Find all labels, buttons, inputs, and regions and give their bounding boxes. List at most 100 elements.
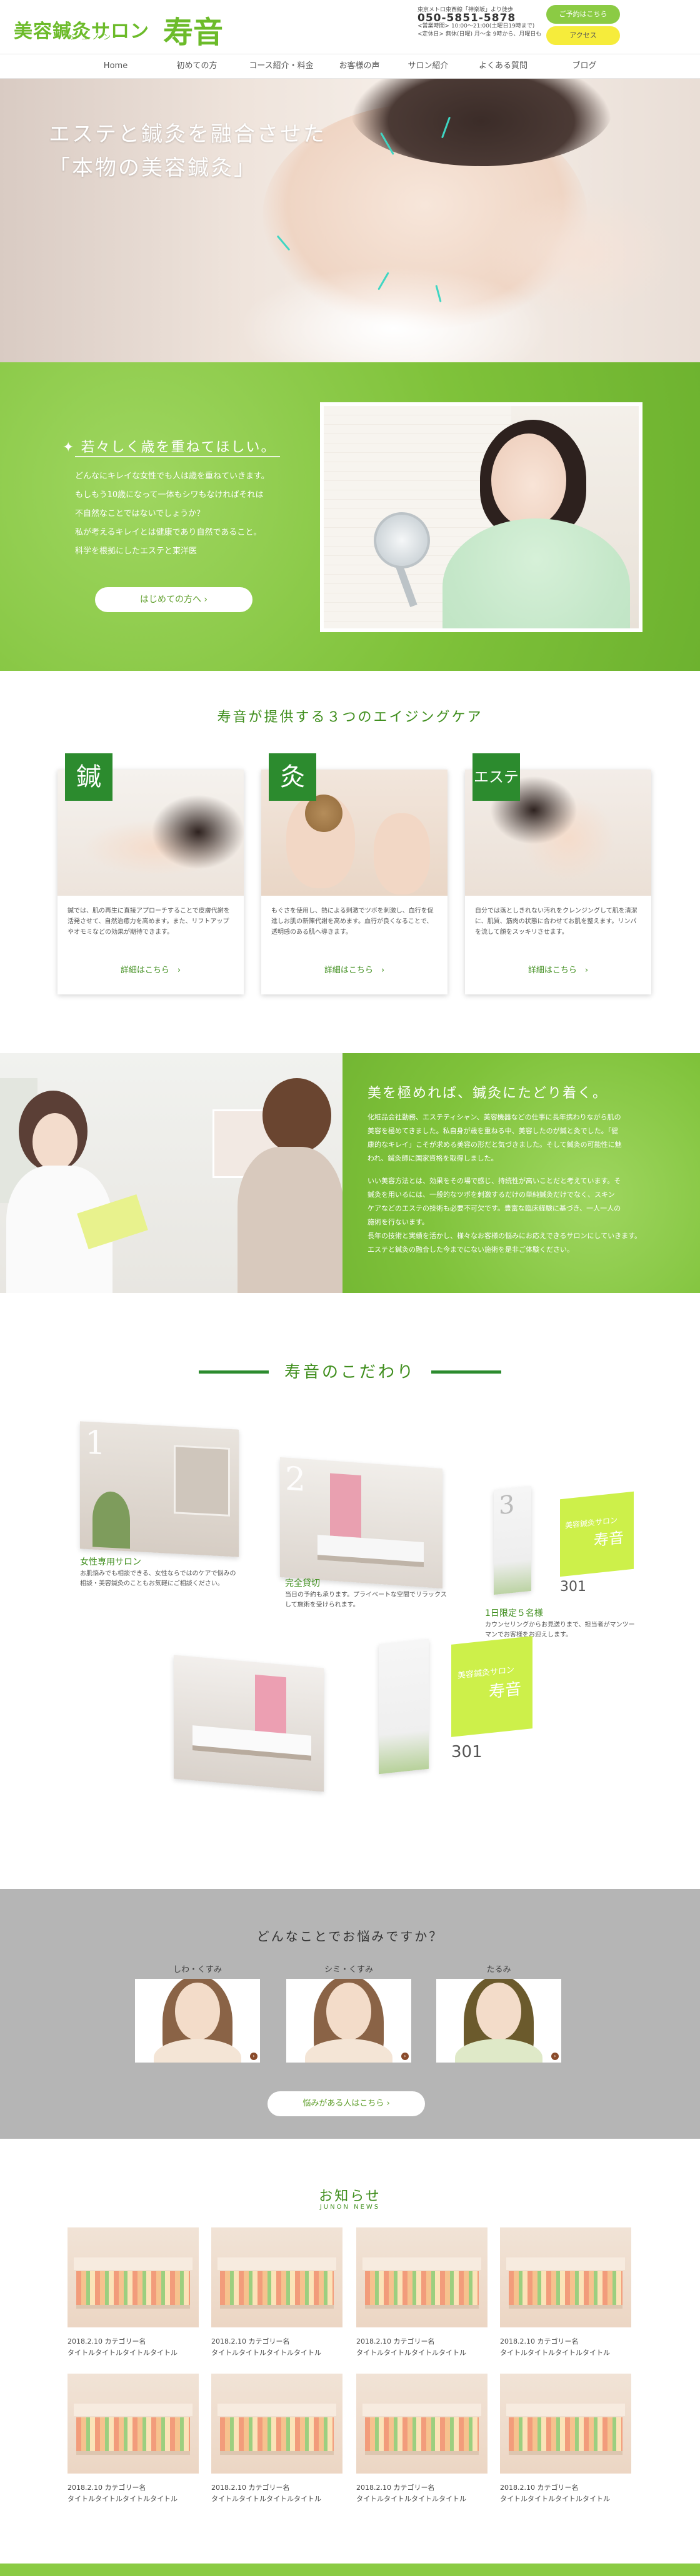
owner-line: 康的なキレイ」こそが求める美容の形だと気づきました。そして鍼灸の可能性に魅 xyxy=(368,1141,622,1149)
news-card[interactable]: 2018.2.10 カテゴリー名 タイトルタイトルタイトルタイトル xyxy=(211,2227,342,2359)
news-thumbnail xyxy=(211,2227,342,2327)
owner-line: いい美容方法とは、効果をその場で感じ、持続性が高いことだと考えています。そ xyxy=(368,1177,621,1185)
care-card-esthetic[interactable]: エステ 自分では落としきれない汚れをクレンジングして肌を清潔に、肌質、筋肉の状態… xyxy=(465,753,651,994)
news-thumbnail xyxy=(68,2374,199,2474)
news-meta: 2018.2.10 カテゴリー名 タイトルタイトルタイトルタイトル xyxy=(211,2482,342,2505)
worry-button[interactable]: 悩みがある人はこちら › xyxy=(268,2091,425,2116)
intro-line: どんなにキレイな女性でも人は歳を重ねていきます。 xyxy=(75,472,269,481)
owner-line: われ、鍼灸師に国家資格を取得しました。 xyxy=(368,1154,498,1162)
news-thumbnail xyxy=(68,2227,199,2327)
news-date: 2018.2.10 xyxy=(500,2484,535,2492)
kodawari-image-4 xyxy=(174,1655,324,1792)
illustration-face xyxy=(175,1983,220,2040)
news-card[interactable]: 2018.2.10 カテゴリー名 タイトルタイトルタイトルタイトル xyxy=(500,2374,631,2505)
nav-faq[interactable]: よくある質問 xyxy=(462,54,544,78)
kodawari-title: 寿音のこだわり xyxy=(284,1363,416,1382)
card-tag: 灸 xyxy=(269,753,316,801)
hand-mirror-image xyxy=(374,512,430,568)
worry-label: しわ・くすみ xyxy=(172,1965,222,1974)
news-date: 2018.2.10 xyxy=(356,2337,391,2346)
chevron-right-icon: › xyxy=(576,966,589,975)
kodawari-image-5 xyxy=(379,1638,429,1775)
kodawari-caption: 女性専用サロン xyxy=(80,1557,141,1567)
news-date: 2018.2.10 xyxy=(68,2484,102,2492)
hours-text: <営業時間> 10:00〜21:00(土曜日19時まで) xyxy=(418,23,535,29)
nav-salon[interactable]: サロン紹介 xyxy=(394,54,462,78)
card-more-link[interactable]: 詳細はこちら › xyxy=(58,963,244,975)
news-category: カテゴリー名 xyxy=(393,2484,435,2492)
nav-blog[interactable]: ブログ xyxy=(544,54,625,78)
owner-line: 鍼灸を用いるには、一般的なツボを刺激するだけの単純鍼灸だけでなく、スキン xyxy=(368,1191,615,1199)
news-headline: タイトルタイトルタイトルタイトル xyxy=(500,2495,610,2503)
chevron-right-icon: › xyxy=(386,2099,390,2108)
card-description: もぐさを使用し、熱による刺激でツボを刺激し、血行を促進しお肌の新陳代謝を高めます… xyxy=(271,908,434,936)
news-thumbnail xyxy=(211,2374,342,2474)
worry-spot-card[interactable]: › xyxy=(286,1979,411,2063)
news-category: カテゴリー名 xyxy=(248,2484,290,2492)
logo-kana: ジュノン xyxy=(70,32,115,41)
nav-home[interactable]: Home xyxy=(75,54,156,78)
intro-line: 科学を根拠にしたエステと東洋医 xyxy=(75,547,198,556)
news-date: 2018.2.10 xyxy=(68,2337,102,2346)
worry-wrinkle-card[interactable]: › xyxy=(135,1979,260,2063)
sparkle-icon: ✦ xyxy=(62,440,81,455)
site-header: 美容鍼灸サロン ジュノン 寿音 東京メトロ東西線「神楽坂」より徒歩 050-58… xyxy=(0,0,700,54)
hero-banner: エステと鍼灸を融合させた 「本物の美容鍼灸」 xyxy=(0,79,700,362)
hero-line-1: エステと鍼灸を融合させた xyxy=(49,122,326,147)
nav-voice[interactable]: お客様の声 xyxy=(325,54,394,78)
news-card[interactable]: 2018.2.10 カテゴリー名タイトルタイトルタイトルタイトル xyxy=(356,2374,488,2505)
owner-line: エステと鍼灸の融合した今までにない施術を是非ご体験ください。 xyxy=(368,1246,574,1254)
news-headline: タイトルタイトルタイトルタイトル xyxy=(356,2495,466,2503)
kodawari-description: お肌悩みでも相談できる、女性ならではのケアで悩みの相談・美容鍼灸のこともお気軽に… xyxy=(80,1570,236,1587)
news-category: カテゴリー名 xyxy=(537,2337,579,2346)
main-nav: Home 初めての方 コース紹介・料金 お客様の声 サロン紹介 よくある質問 ブ… xyxy=(0,54,700,79)
worry-title: どんなことでお悩みですか？ xyxy=(256,1929,444,1944)
sign-main-text: 寿音 xyxy=(594,1528,624,1550)
nav-first-time[interactable]: 初めての方 xyxy=(156,54,238,78)
first-time-button[interactable]: はじめての方へ › xyxy=(95,587,252,612)
owner-line: 施術を行ないます。 xyxy=(368,1218,429,1226)
kodawari-caption: 1日限定５名様 xyxy=(485,1608,543,1618)
care-card-acupuncture[interactable]: 鍼 鍼では、肌の再生に直接アプローチすることで皮膚代謝を活発させて、自然治癒力を… xyxy=(58,753,244,994)
worry-section: どんなことでお悩みですか？ しわ・くすみ › シミ・くすみ › たるみ › 悩み… xyxy=(0,1889,700,2139)
salon-sign-image: 美容鍼灸サロン 寿音 xyxy=(451,1636,532,1737)
access-button[interactable]: アクセス xyxy=(546,26,620,45)
care-card-moxibustion[interactable]: 灸 もぐさを使用し、熱による刺激でツボを刺激し、血行を促進しお肌の新陳代謝を高め… xyxy=(261,753,448,994)
news-date: 2018.2.10 xyxy=(356,2484,391,2492)
intro-line: 私が考えるキレイとは健康であり自然であること。 xyxy=(75,528,262,537)
news-card[interactable]: 2018.2.10 カテゴリー名 タイトルタイトルタイトルタイトル xyxy=(68,2374,199,2505)
intro-underline xyxy=(75,456,280,457)
news-card[interactable]: 2018.2.10 カテゴリー名 タイトルタイトルタイトルタイトル xyxy=(211,2374,342,2505)
news-category: カテゴリー名 xyxy=(248,2337,290,2346)
worry-label: シミ・くすみ xyxy=(324,1965,373,1974)
intro-line: 不自然なことではないでしょうか？ xyxy=(75,509,205,518)
news-card[interactable]: 2018.2.10 カテゴリー名 タイトルタイトルタイトルタイトル xyxy=(500,2227,631,2359)
card-more-link[interactable]: 詳細はこちら › xyxy=(465,963,651,975)
news-meta: 2018.2.10 カテゴリー名 タイトルタイトルタイトルタイトル xyxy=(500,2336,631,2359)
news-card[interactable]: 2018.2.10 カテゴリー名 タイトルタイトルタイトルタイトル xyxy=(68,2227,199,2359)
more-link-label: 詳細はこちら xyxy=(528,966,577,975)
contact-info: 東京メトロ東西線「神楽坂」より徒歩 050-5851-5878 <営業時間> 1… xyxy=(418,6,541,39)
worry-sagging-card[interactable]: › xyxy=(436,1979,561,2063)
intro-title-text: 若々しく歳を重ねてほしい。 xyxy=(81,440,276,455)
site-logo[interactable]: 美容鍼灸サロン ジュノン 寿音 xyxy=(14,7,223,51)
news-meta: 2018.2.10 カテゴリー名 タイトルタイトルタイトルタイトル xyxy=(68,2336,199,2359)
reserve-button[interactable]: ご予約はこちら xyxy=(546,5,620,24)
kodawari-number: 2 xyxy=(285,1460,306,1499)
chevron-right-icon: › xyxy=(169,966,181,975)
news-headline: タイトルタイトルタイトルタイトル xyxy=(68,2349,178,2357)
news-thumbnail xyxy=(500,2227,631,2327)
salon-sign-image: 美容鍼灸サロン 寿音 xyxy=(560,1491,634,1577)
phone-number[interactable]: 050-5851-5878 xyxy=(418,13,541,24)
nav-course[interactable]: コース紹介・料金 xyxy=(238,54,325,78)
hero-heading: エステと鍼灸を融合させた 「本物の美容鍼灸」 xyxy=(49,117,326,185)
news-title: お知らせ xyxy=(319,2189,381,2204)
news-headline: タイトルタイトルタイトルタイトル xyxy=(68,2495,178,2503)
worry-button-label: 悩みがある人はこちら xyxy=(302,2099,384,2108)
news-meta: 2018.2.10 カテゴリー名 タイトルタイトルタイトルタイトル xyxy=(500,2482,631,2505)
intro-photo xyxy=(320,402,642,632)
news-card[interactable]: 2018.2.10 カテゴリー名 タイトルタイトルタイトルタイトル xyxy=(356,2227,488,2359)
card-more-link[interactable]: 詳細はこちら › xyxy=(261,963,448,975)
owner-body: 化粧品会社勤務、エステティシャン、美容機器などの仕事に長年携わりながら肌の 美容… xyxy=(368,1111,680,1257)
